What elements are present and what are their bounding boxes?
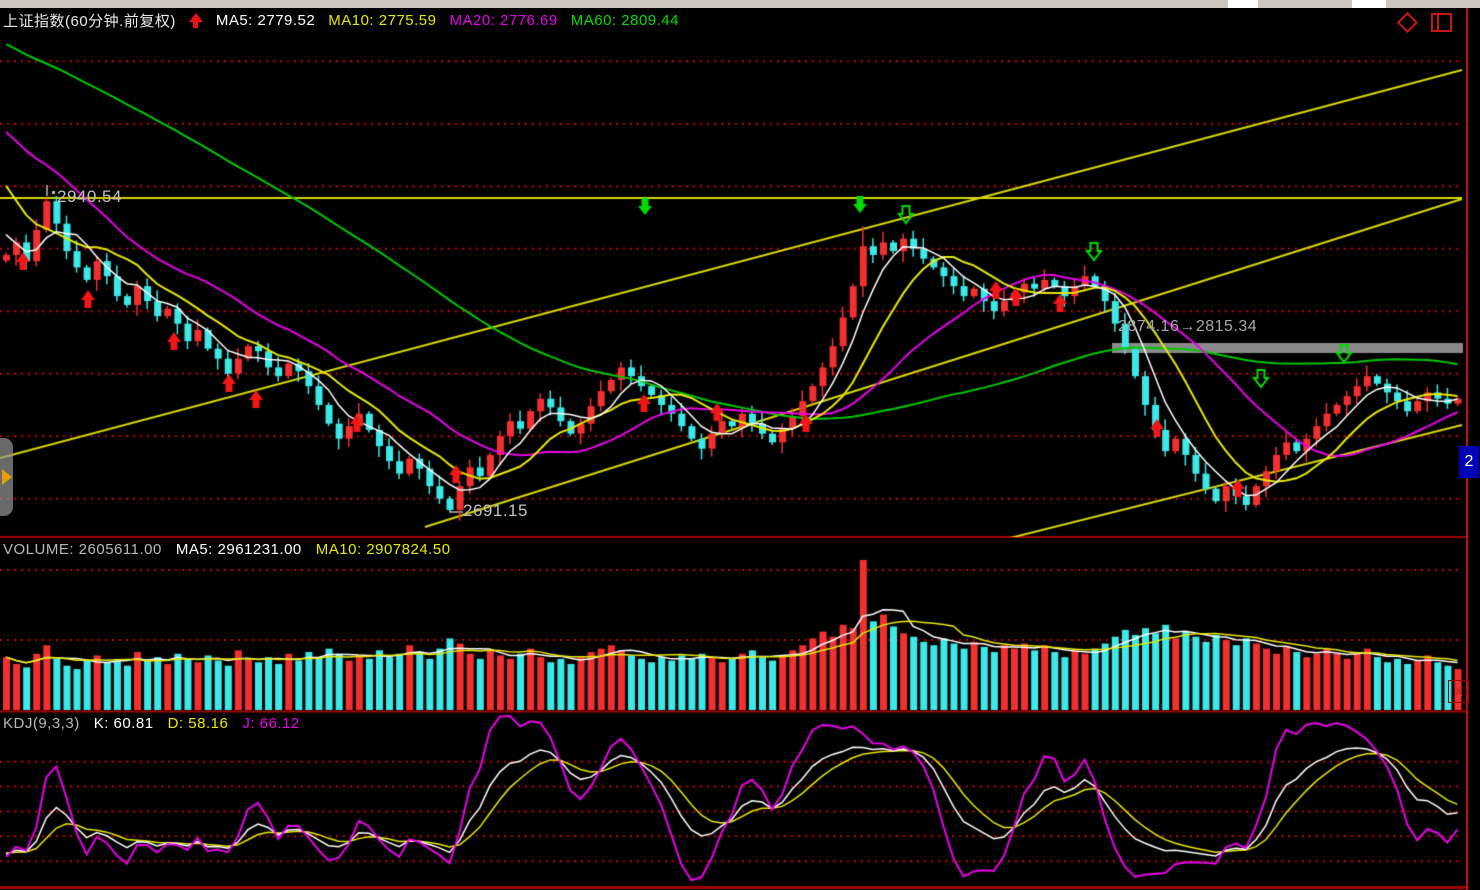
volume-pane-header: VOLUME: 2605611.00 MA5: 2961231.00 MA10:… [3,541,451,558]
ma5-value: MA5: 2779.52 [216,12,315,29]
range-price-label: 2874.16→2815.34 [1118,318,1257,336]
expand-arrow-icon [2,469,12,485]
volume-value: VOLUME: 2605611.00 [3,541,162,558]
indicator-close-button[interactable]: X [1448,680,1469,703]
kdj-pane-header: KDJ(9,3,3) K: 60.81 D: 58.16 J: 66.12 [3,715,300,732]
symbol-title: 上证指数(60分钟.前复权) [3,10,176,31]
volume-ma10-value: MA10: 2907824.50 [316,541,451,558]
chart-canvas[interactable] [0,0,1480,890]
low-price-label: 2691.15 [463,501,528,521]
up-arrow-icon [189,13,203,28]
kdj-d-value: D: 58.16 [168,715,229,732]
top-strip-tick [1228,0,1258,8]
kdj-label: KDJ(9,3,3) [3,715,80,732]
ma20-value: MA20: 2776.69 [450,12,558,29]
kdj-k-value: K: 60.81 [94,715,154,732]
kdj-j-value: J: 66.12 [242,715,299,732]
volume-ma5-value: MA5: 2961231.00 [176,541,302,558]
main-chart-header: 上证指数(60分钟.前复权) MA5: 2779.52 MA10: 2775.5… [3,10,679,31]
split-pane-icon[interactable] [1431,13,1452,32]
trading-app-window: 上证指数(60分钟.前复权) MA5: 2779.52 MA10: 2775.5… [0,0,1480,890]
side-panel-expander[interactable] [0,438,13,516]
ma10-value: MA10: 2775.59 [328,12,436,29]
peak-price-label: 2940.54 [57,187,122,207]
price-axis-tag: 2 [1459,446,1479,478]
top-strip-tick [1352,0,1386,8]
window-top-strip [0,0,1480,8]
ma60-value: MA60: 2809.44 [571,12,679,29]
